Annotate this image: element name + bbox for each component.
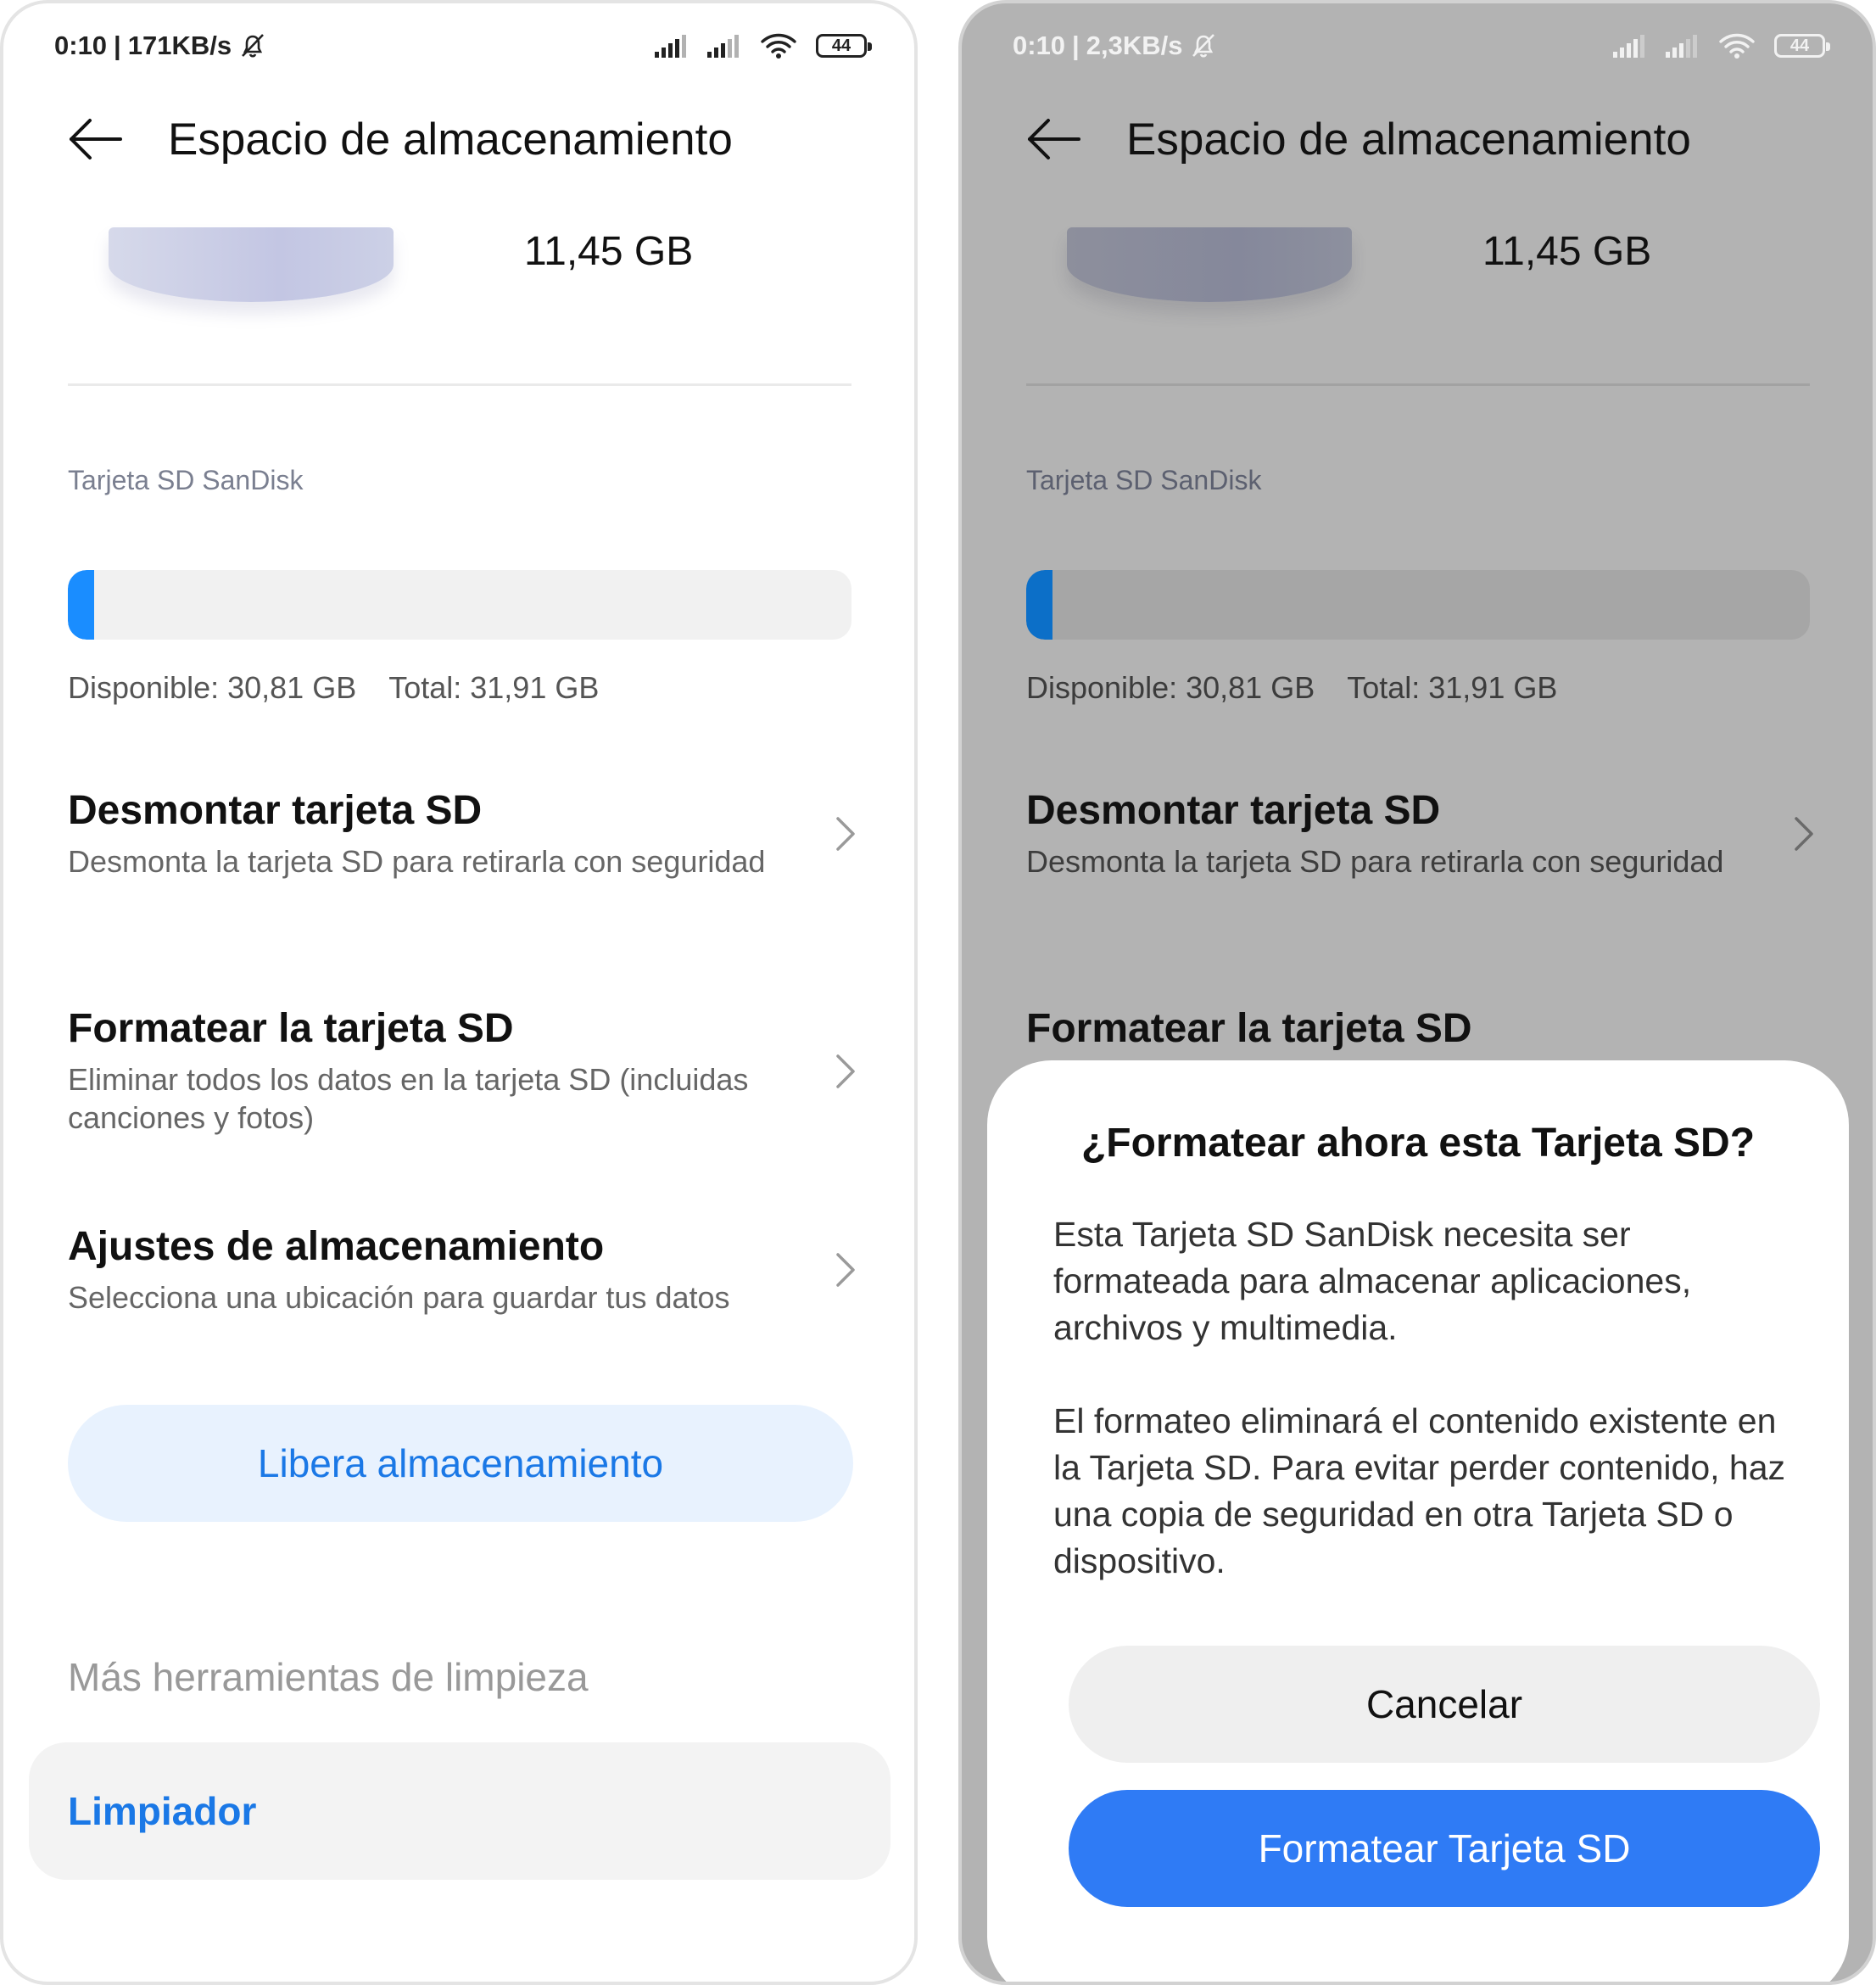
- sd-capacity: Disponible: 30,81 GB Total: 31,91 GB: [68, 670, 599, 706]
- signal-icon: [1613, 35, 1644, 58]
- sd-card-label: Tarjeta SD SanDisk: [68, 465, 304, 495]
- page-title: Espacio de almacenamiento: [168, 114, 733, 165]
- wifi-icon: [1719, 33, 1755, 59]
- status-bar: 0:10 | 2,3KB/s 44: [1013, 27, 1830, 64]
- divider: [1026, 383, 1810, 386]
- chevron-right-icon: [836, 1054, 855, 1088]
- battery-level: 44: [831, 36, 851, 55]
- dialog-paragraph: Esta Tarjeta SD SanDisk necesita ser for…: [1053, 1215, 1692, 1347]
- status-separator: |: [1072, 31, 1080, 60]
- option-title: Formatear la tarjeta SD: [68, 1006, 514, 1051]
- wifi-icon: [761, 33, 796, 59]
- status-time: 0:10: [54, 31, 108, 60]
- signal-icon: [655, 35, 686, 58]
- battery-level: 44: [1789, 36, 1810, 55]
- sd-usage-bar-fill: [68, 570, 95, 640]
- format-sd-option: Formatear la tarjeta SD: [1026, 1005, 1815, 1052]
- storage-disk-illustration: [1067, 227, 1352, 302]
- dialog-message: Esta Tarjeta SD SanDisk necesita ser for…: [1053, 1211, 1789, 1585]
- sd-card-label: Tarjeta SD SanDisk: [1026, 465, 1262, 495]
- left-phone-screen: 0:10 | 171KB/s 44 Espacio de almacenamie…: [0, 0, 918, 1985]
- used-storage-value: 11,45 GB: [1482, 229, 1652, 274]
- battery-icon: 44: [1774, 34, 1830, 58]
- format-dialog: ¿Formatear ahora esta Tarjeta SD? Esta T…: [987, 1060, 1849, 1982]
- page-title: Espacio de almacenamiento: [1126, 114, 1691, 165]
- option-title: Desmontar tarjeta SD: [68, 788, 483, 833]
- option-description: Desmonta la tarjeta SD para retirarla co…: [68, 844, 766, 879]
- option-title: Ajustes de almacenamiento: [68, 1224, 605, 1269]
- available-space: Disponible: 30,81 GB: [1026, 670, 1315, 705]
- network-speed: 171KB/s: [127, 31, 232, 60]
- total-space: Total: 31,91 GB: [388, 670, 600, 705]
- status-bar: 0:10 | 171KB/s 44: [54, 27, 872, 64]
- sd-usage-bar: [1026, 570, 1810, 640]
- format-sd-option[interactable]: Formatear la tarjeta SD Eliminar todos l…: [68, 1005, 857, 1137]
- unmount-sd-option: Desmontar tarjeta SD Desmonta la tarjeta…: [1026, 787, 1815, 881]
- option-description: Eliminar todos los datos en la tarjeta S…: [68, 1062, 749, 1135]
- mute-bell-icon: [1192, 34, 1215, 58]
- dialog-title: ¿Formatear ahora esta Tarjeta SD?: [1080, 1121, 1756, 1166]
- screenshot-stage: 0:10 | 171KB/s 44 Espacio de almacenamie…: [0, 0, 1876, 1985]
- back-arrow-icon[interactable]: [68, 118, 124, 160]
- storage-disk-illustration: [109, 227, 394, 302]
- sd-capacity: Disponible: 30,81 GB Total: 31,91 GB: [1026, 670, 1557, 706]
- divider: [68, 383, 851, 386]
- status-time: 0:10: [1013, 31, 1066, 60]
- cleaner-item[interactable]: Limpiador: [29, 1742, 891, 1880]
- sd-usage-bar: [68, 570, 851, 640]
- option-title: Desmontar tarjeta SD: [1026, 788, 1441, 833]
- sd-usage-bar-fill: [1026, 570, 1053, 640]
- mute-bell-icon: [242, 34, 265, 58]
- total-space: Total: 31,91 GB: [1347, 670, 1558, 705]
- chevron-right-icon: [836, 1253, 855, 1287]
- chevron-right-icon: [1795, 817, 1813, 851]
- back-arrow-icon: [1028, 119, 1080, 159]
- dialog-paragraph: El formateo eliminará el contenido exist…: [1053, 1401, 1786, 1580]
- used-storage-value: 11,45 GB: [524, 229, 694, 274]
- more-cleaning-tools-heading: Más herramientas de limpieza: [68, 1655, 589, 1699]
- option-title: Formatear la tarjeta SD: [1026, 1006, 1472, 1051]
- page-header: Espacio de almacenamiento: [68, 105, 733, 173]
- battery-icon: 44: [816, 34, 872, 58]
- free-storage-button[interactable]: Libera almacenamiento: [68, 1405, 853, 1522]
- option-description: Desmonta la tarjeta SD para retirarla co…: [1026, 844, 1724, 879]
- available-space: Disponible: 30,81 GB: [68, 670, 357, 705]
- chevron-right-icon: [836, 817, 855, 851]
- signal-icon: [1666, 35, 1697, 58]
- cleaner-label: Limpiador: [68, 1789, 257, 1833]
- cancel-button[interactable]: Cancelar: [1069, 1646, 1820, 1763]
- signal-icon: [707, 35, 739, 58]
- page-header: Espacio de almacenamiento: [1026, 105, 1691, 173]
- unmount-sd-option[interactable]: Desmontar tarjeta SD Desmonta la tarjeta…: [68, 787, 857, 881]
- right-phone-screen: 0:10 | 2,3KB/s 44 Espacio de almacenamie…: [958, 0, 1876, 1985]
- format-sd-button[interactable]: Formatear Tarjeta SD: [1069, 1790, 1820, 1907]
- option-description: Selecciona una ubicación para guardar tu…: [68, 1280, 730, 1315]
- storage-settings-option[interactable]: Ajustes de almacenamiento Selecciona una…: [68, 1223, 857, 1317]
- status-separator: |: [114, 31, 121, 60]
- network-speed: 2,3KB/s: [1086, 31, 1183, 60]
